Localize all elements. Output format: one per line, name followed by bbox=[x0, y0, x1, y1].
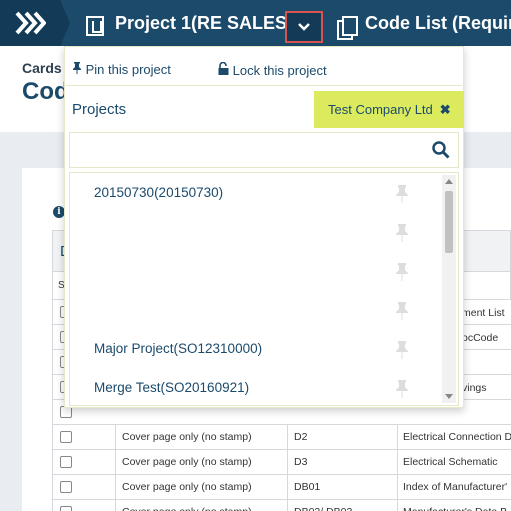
pin-icon[interactable] bbox=[395, 185, 409, 203]
project-search-input[interactable] bbox=[69, 132, 459, 168]
table-cell-stamp: Cover page only (no stamp) bbox=[115, 425, 287, 450]
table-cell-code: D2 bbox=[287, 425, 397, 450]
row-checkbox[interactable] bbox=[60, 506, 72, 511]
row-checkbox[interactable] bbox=[60, 481, 72, 493]
project-title[interactable]: Project 1(RE SALES 5( bbox=[115, 13, 285, 34]
table-cell-doc-name: ocCode bbox=[462, 332, 499, 344]
project-icon bbox=[86, 16, 104, 36]
divider bbox=[66, 85, 462, 86]
row-checkbox[interactable] bbox=[60, 431, 72, 443]
table-cell-code: DB01 bbox=[287, 475, 397, 500]
scroll-down-arrow[interactable] bbox=[445, 394, 453, 399]
table-cell-doc-name: ment List bbox=[462, 307, 505, 319]
project-list: 20150730(20150730) Major Project(SO12310… bbox=[69, 172, 459, 406]
chevron-down-icon bbox=[298, 23, 310, 31]
scroll-up-arrow[interactable] bbox=[445, 179, 453, 184]
scroll-thumb[interactable] bbox=[445, 191, 453, 253]
table-row: Cover page only (no stamp) DB01 Index of… bbox=[52, 475, 511, 500]
projects-label: Projects bbox=[72, 101, 127, 118]
pin-project-label: Pin this project bbox=[85, 62, 171, 77]
close-icon[interactable]: ✖ bbox=[440, 102, 451, 118]
row-checkbox[interactable] bbox=[60, 456, 72, 468]
menu-chevrons-button[interactable] bbox=[0, 0, 70, 46]
double-chevron-icon bbox=[15, 11, 46, 35]
top-nav-bar: Project 1(RE SALES 5( Code List (Require… bbox=[0, 0, 511, 46]
lock-project-label: Lock this project bbox=[232, 63, 327, 78]
table-cell-stamp: Cover page only (no stamp) bbox=[115, 475, 287, 500]
table-cell-stamp: Cover page only (no stamp) bbox=[115, 500, 287, 511]
search-icon[interactable] bbox=[432, 141, 450, 159]
project-dropdown-toggle[interactable] bbox=[285, 11, 323, 43]
table-cell-doc-name: Electrical Connection D bbox=[397, 425, 511, 450]
pin-icon[interactable] bbox=[395, 263, 409, 281]
documents-icon bbox=[337, 16, 358, 40]
project-item[interactable]: Merge Test(SO20160921) bbox=[94, 380, 249, 395]
pin-icon[interactable] bbox=[395, 302, 409, 320]
pin-icon bbox=[73, 62, 81, 74]
company-filter-tag[interactable]: Test Company Ltd ✖ bbox=[314, 91, 464, 128]
table-cell-doc-name: Manufacturer's Data B bbox=[397, 500, 511, 511]
code-list-title[interactable]: Code List (Required bbox=[365, 13, 511, 34]
unlock-icon bbox=[218, 61, 229, 75]
table-cell-doc-name: Index of Manufacturer' bbox=[397, 475, 511, 500]
pin-icon[interactable] bbox=[395, 380, 409, 398]
breadcrumb[interactable]: Cards bbox=[22, 60, 62, 76]
table-cell-code: D3 bbox=[287, 450, 397, 475]
table-cell-stamp: Cover page only (no stamp) bbox=[115, 450, 287, 475]
project-item[interactable]: 20150730(20150730) bbox=[94, 185, 223, 200]
project-item[interactable]: Major Project(SO12310000) bbox=[94, 341, 262, 356]
pin-icon[interactable] bbox=[395, 341, 409, 359]
pin-icon[interactable] bbox=[395, 224, 409, 242]
lock-project-link[interactable]: Lock this project bbox=[218, 61, 327, 78]
pin-project-link[interactable]: Pin this project bbox=[72, 62, 171, 77]
table-cell-code: DB02/ DB03 bbox=[287, 500, 397, 511]
project-list-scrollbar[interactable] bbox=[442, 175, 456, 403]
table-row: Cover page only (no stamp) D2 Electrical… bbox=[52, 425, 511, 450]
table-row: Cover page only (no stamp) D3 Electrical… bbox=[52, 450, 511, 475]
table-row: Cover page only (no stamp) DB02/ DB03 Ma… bbox=[52, 500, 511, 511]
company-filter-label: Test Company Ltd bbox=[328, 102, 433, 117]
table-cell-doc-name: vings bbox=[462, 382, 487, 394]
table-cell-doc-name: Electrical Schematic bbox=[397, 450, 511, 475]
